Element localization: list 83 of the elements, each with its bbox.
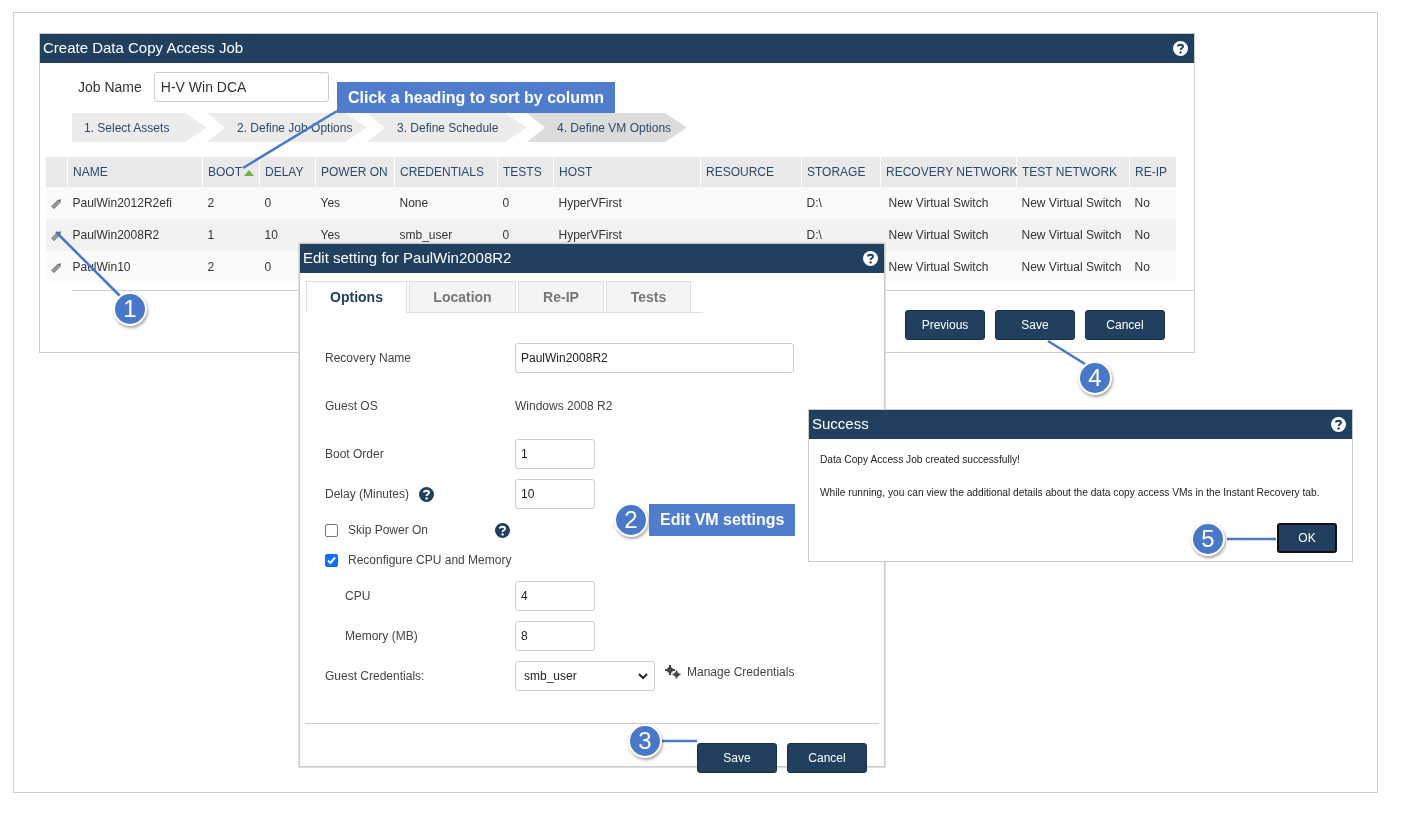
table-cell: New Virtual Switch <box>1016 251 1130 283</box>
ok-button[interactable]: OK <box>1277 522 1337 553</box>
field-label: Guest Credentials: <box>325 668 425 685</box>
tab[interactable]: Location <box>409 281 516 312</box>
leader-line <box>1047 339 1086 366</box>
field-label: Guest OS <box>325 398 378 415</box>
tab[interactable]: Re-IP <box>518 281 604 312</box>
column-header[interactable]: TEST NETWORK <box>1016 157 1130 187</box>
table-cell: 0 <box>259 187 316 219</box>
text-field[interactable]: 8 <box>515 621 595 651</box>
checkbox[interactable] <box>325 523 338 537</box>
chevron-down-icon <box>638 672 648 680</box>
callout-label: Edit VM settings <box>649 504 796 536</box>
table-cell: New Virtual Switch <box>880 219 1017 251</box>
button[interactable]: Previous <box>905 310 985 340</box>
text-field[interactable]: 1 <box>515 439 595 469</box>
table-cell: None <box>394 187 498 219</box>
table-cell: HyperVFirst <box>553 187 701 219</box>
field-label: CPU <box>345 588 371 605</box>
column-header[interactable]: CREDENTIALS <box>394 157 498 187</box>
text-field[interactable]: PaulWin2008R2 <box>515 343 794 373</box>
column-header[interactable]: RESOURCE <box>700 157 802 187</box>
leader-line <box>662 739 697 743</box>
field-label: Job Name <box>78 77 142 97</box>
field-label: Boot Order <box>325 446 384 463</box>
column-header[interactable]: TESTS <box>497 157 554 187</box>
wizard-step[interactable]: 4. Define VM Options <box>527 113 687 142</box>
table-cell: New Virtual Switch <box>880 187 1017 219</box>
credentials-select[interactable]: smb_user <box>515 661 655 691</box>
table-cell: No <box>1129 219 1176 251</box>
checkbox-label: Skip Power On <box>348 522 429 539</box>
help-icon[interactable] <box>863 251 878 266</box>
help-icon[interactable] <box>1331 417 1346 432</box>
table-cell: 0 <box>497 187 554 219</box>
table-cell: No <box>1129 187 1176 219</box>
help-icon[interactable] <box>419 486 435 502</box>
button[interactable]: Cancel <box>787 743 867 773</box>
column-header[interactable]: HOST <box>553 157 701 187</box>
table-cell: D:\ <box>801 187 881 219</box>
leader-line <box>1227 537 1276 541</box>
manage-credentials-link[interactable]: Manage Credentials <box>687 663 795 681</box>
message-text: While running, you can view the additional details about the data copy access VMs in the Instant Recovery tab. <box>820 486 1321 501</box>
table-cell: No <box>1129 251 1176 283</box>
button[interactable]: Save <box>697 743 777 773</box>
checkbox-label: Reconfigure CPU and Memory <box>348 552 512 569</box>
tab[interactable]: Options <box>306 281 407 313</box>
message-text: Data Copy Access Job created successfully! <box>820 453 1021 467</box>
dialog-title: Success <box>812 414 869 435</box>
pencil-icon[interactable] <box>49 229 63 243</box>
sort-up-icon <box>244 169 254 177</box>
job-name-field[interactable]: H-V Win DCA <box>153 72 329 102</box>
table-cell: 2 <box>202 251 260 283</box>
help-icon[interactable] <box>1173 41 1188 56</box>
help-icon[interactable] <box>495 522 510 538</box>
window-title: Create Data Copy Access Job <box>43 38 244 59</box>
column-header[interactable]: NAME <box>67 157 203 187</box>
text-field[interactable]: 10 <box>515 479 595 509</box>
column-header[interactable]: DELAY <box>259 157 316 187</box>
step-number: 4 <box>1078 361 1112 395</box>
text-field[interactable]: 4 <box>515 581 595 611</box>
callout-label: Click a heading to sort by column <box>337 82 616 113</box>
wizard-step[interactable]: 1. Select Assets <box>72 113 207 142</box>
column-header[interactable]: RECOVERY NETWORK <box>880 157 1017 187</box>
button[interactable]: Cancel <box>1085 310 1165 340</box>
table-cell: New Virtual Switch <box>1016 219 1130 251</box>
tab[interactable]: Tests <box>606 281 691 312</box>
field-label: Memory (MB) <box>345 628 418 645</box>
field-label: Recovery Name <box>325 350 412 367</box>
table-cell: 2 <box>202 187 260 219</box>
checkbox[interactable] <box>325 553 338 567</box>
table-cell: PaulWin2012R2efi <box>67 187 203 219</box>
button[interactable]: Save <box>995 310 1075 340</box>
column-header[interactable]: STORAGE <box>801 157 881 187</box>
column-header[interactable]: RE-IP <box>1129 157 1176 187</box>
table-cell: Yes <box>315 187 395 219</box>
column-header[interactable]: BOOT <box>202 157 260 187</box>
table-cell: PaulWin2008R2 <box>67 219 203 251</box>
table-cell: 1 <box>202 219 260 251</box>
field-label: Delay (Minutes) <box>325 486 410 503</box>
table-cell: New Virtual Switch <box>1016 187 1130 219</box>
column-header[interactable]: POWER ON <box>315 157 395 187</box>
wizard-step[interactable]: 3. Define Schedule <box>367 113 527 142</box>
field-value: Windows 2008 R2 <box>515 398 613 415</box>
